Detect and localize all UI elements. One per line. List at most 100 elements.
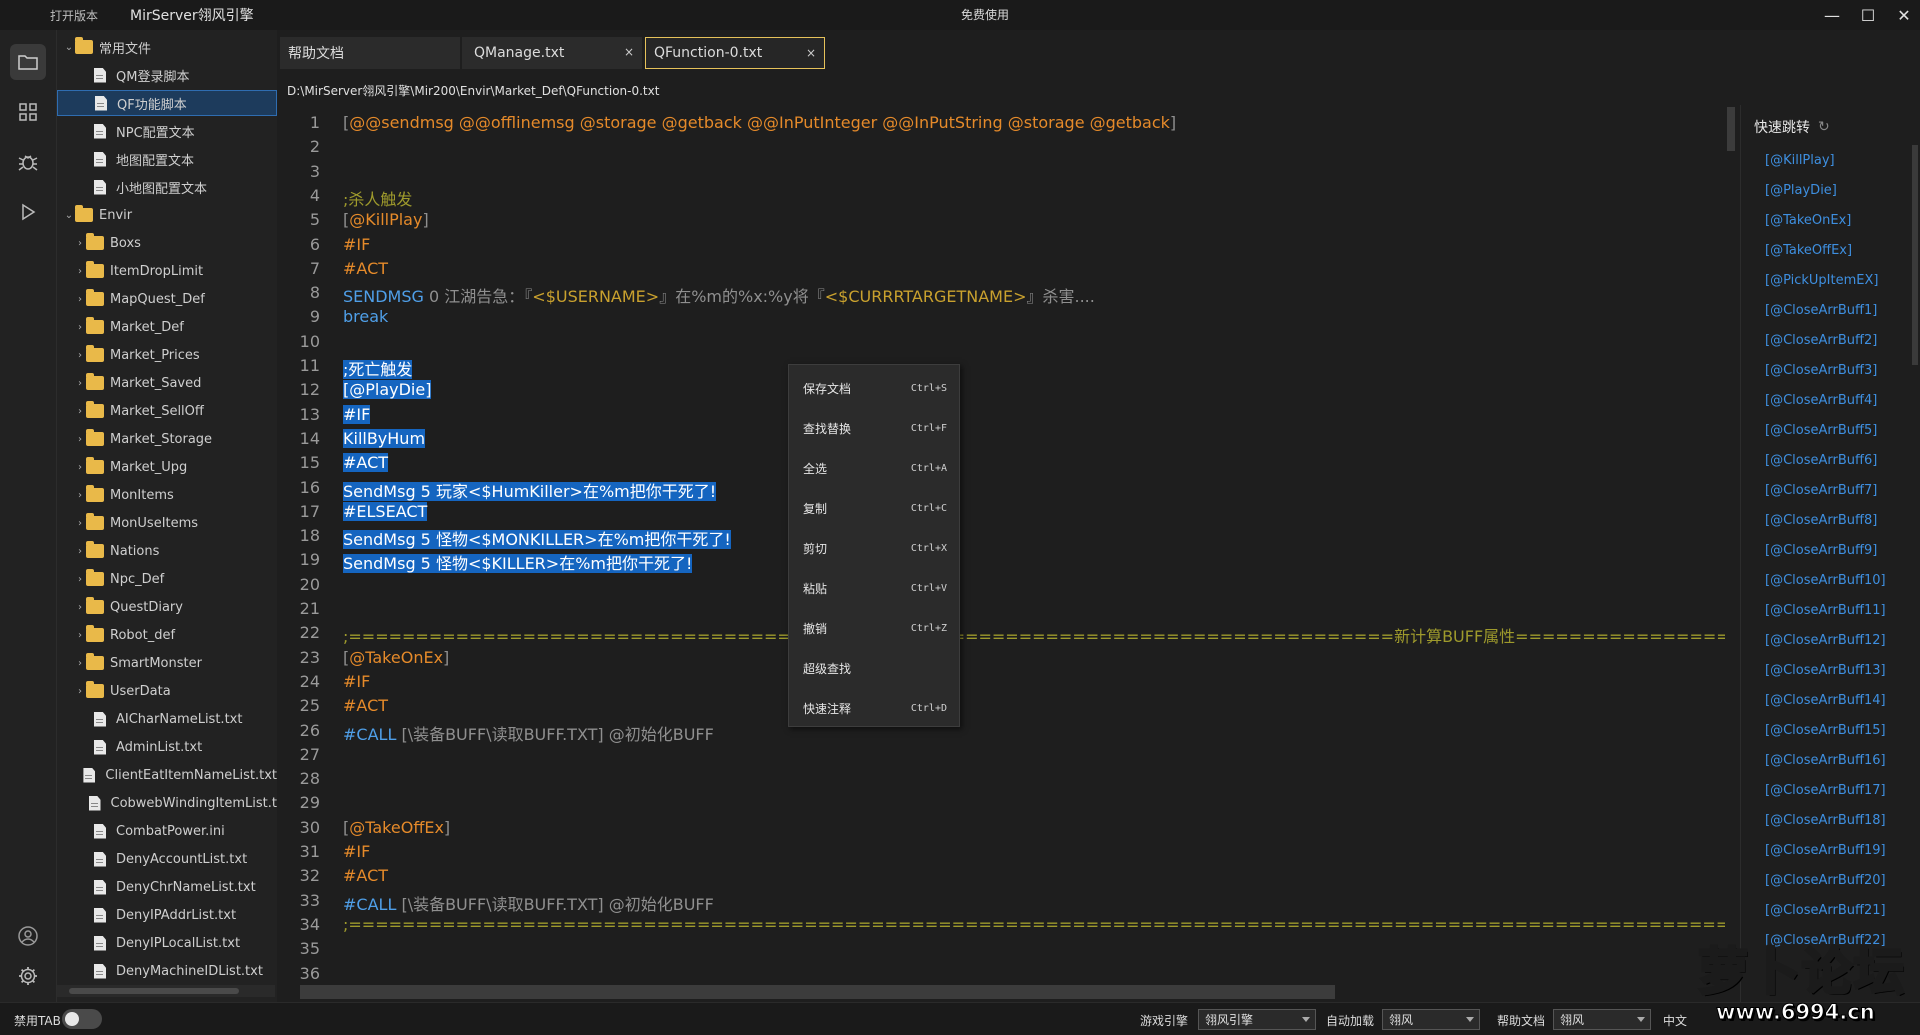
close-tab-icon[interactable]: × xyxy=(624,45,634,59)
tree-folder[interactable]: › Market_Storage xyxy=(57,426,277,452)
quick-jump-link[interactable]: [@CloseArrBuff2] xyxy=(1765,333,1877,348)
context-menu-item[interactable]: 撤销 Ctrl+Z xyxy=(789,608,961,648)
code-line[interactable]: SendMsg 5 怪物<$MONKILLER>在%m把你干死了! xyxy=(343,526,731,550)
tree-folder[interactable]: › Npc_Def xyxy=(57,566,277,592)
code-line[interactable]: SENDMSG 0 江湖告急：『<$USERNAME>』在%m的%x:%y将『<… xyxy=(343,283,1095,307)
code-line[interactable]: #IF xyxy=(343,235,370,254)
chevron-right-icon[interactable]: › xyxy=(74,350,86,361)
context-menu-item[interactable]: 查找替换 Ctrl+F xyxy=(789,408,961,448)
game-engine-select[interactable]: 翎风引擎 xyxy=(1198,1009,1316,1030)
quick-jump-link[interactable]: [@CloseArrBuff15] xyxy=(1765,723,1886,738)
quick-jump-link[interactable]: [@PickUpItemEX] xyxy=(1765,273,1878,288)
quick-jump-link[interactable]: [@CloseArrBuff8] xyxy=(1765,513,1877,528)
chevron-down-icon[interactable]: ⌄ xyxy=(63,210,75,221)
maximize-button[interactable]: ☐ xyxy=(1848,0,1888,30)
code-line[interactable]: #ACT xyxy=(343,696,388,715)
tree-file[interactable]: DenyChrNameList.txt xyxy=(57,874,277,900)
chevron-right-icon[interactable]: › xyxy=(74,434,86,445)
context-menu-item[interactable]: 快速注释 Ctrl+D xyxy=(789,688,961,728)
run-button[interactable] xyxy=(10,194,46,230)
tree-file[interactable]: QM登录脚本 xyxy=(57,62,277,88)
quick-jump-link[interactable]: [@CloseArrBuff21] xyxy=(1765,903,1886,918)
auto-load-select[interactable]: 翎风 xyxy=(1382,1009,1480,1030)
tree-file[interactable]: NPC配置文本 xyxy=(57,118,277,144)
quick-jump-link[interactable]: [@CloseArrBuff1] xyxy=(1765,303,1877,318)
chevron-right-icon[interactable]: › xyxy=(74,490,86,501)
chevron-right-icon[interactable]: › xyxy=(74,658,86,669)
sidebar-horizontal-scrollbar[interactable] xyxy=(57,985,275,997)
tree-folder[interactable]: › Robot_def xyxy=(57,622,277,648)
chevron-right-icon[interactable]: › xyxy=(74,378,86,389)
quick-jump-link[interactable]: [@CloseArrBuff19] xyxy=(1765,843,1886,858)
open-version-button[interactable]: 打开版本 xyxy=(50,7,98,24)
code-editor[interactable]: 1 [@@sendmsg @@offlinemsg @storage @getba… xyxy=(280,105,1725,983)
quick-jump-link[interactable]: [@CloseArrBuff7] xyxy=(1765,483,1877,498)
code-line[interactable]: #IF xyxy=(343,672,370,691)
tree-folder[interactable]: › MonUseItems xyxy=(57,510,277,536)
code-line[interactable]: SendMsg 5 怪物<$KILLER>在%m把你干死了! xyxy=(343,550,693,574)
quick-jump-link[interactable]: [@CloseArrBuff3] xyxy=(1765,363,1877,378)
quick-jump-link[interactable]: [@CloseArrBuff4] xyxy=(1765,393,1877,408)
code-line[interactable]: #IF xyxy=(343,404,371,424)
quick-jump-link[interactable]: [@CloseArrBuff12] xyxy=(1765,633,1886,648)
tree-folder[interactable]: › Market_SellOff xyxy=(57,398,277,424)
context-menu-item[interactable]: 复制 Ctrl+C xyxy=(789,488,961,528)
chevron-right-icon[interactable]: › xyxy=(74,630,86,641)
chevron-down-icon[interactable]: ⌄ xyxy=(63,42,75,53)
tree-folder[interactable]: › Nations xyxy=(57,538,277,564)
disable-tab-toggle[interactable] xyxy=(62,1009,102,1029)
code-line[interactable]: [@TakeOnEx] xyxy=(343,648,449,667)
code-line[interactable]: ;=======================================… xyxy=(343,915,1725,934)
tree-folder[interactable]: ⌄ Envir xyxy=(57,202,277,228)
editor-horizontal-scrollbar[interactable] xyxy=(300,983,1725,1001)
quick-jump-link[interactable]: [@CloseArrBuff14] xyxy=(1765,693,1886,708)
quick-jump-link[interactable]: [@CloseArrBuff5] xyxy=(1765,423,1877,438)
tree-folder[interactable]: › Boxs xyxy=(57,230,277,256)
context-menu-item[interactable]: 超级查找 xyxy=(789,648,961,688)
tree-file[interactable]: QF功能脚本 xyxy=(57,90,277,116)
code-line[interactable]: [@PlayDie] xyxy=(343,380,432,400)
close-window-button[interactable]: ✕ xyxy=(1884,0,1920,30)
chevron-right-icon[interactable]: › xyxy=(74,294,86,305)
tree-folder[interactable]: › UserData xyxy=(57,678,277,704)
context-menu-item[interactable]: 全选 Ctrl+A xyxy=(789,448,961,488)
quick-jump-link[interactable]: [@TakeOnEx] xyxy=(1765,213,1851,228)
code-line[interactable]: #CALL [\装备BUFF\读取BUFF.TXT] @初始化BUFF xyxy=(343,721,714,745)
code-line[interactable]: #ACT xyxy=(343,259,388,278)
chevron-right-icon[interactable]: › xyxy=(74,546,86,557)
tree-folder[interactable]: › Market_Upg xyxy=(57,454,277,480)
tree-folder[interactable]: › SmartMonster xyxy=(57,650,277,676)
quick-jump-link[interactable]: [@PlayDie] xyxy=(1765,183,1837,198)
extensions-button[interactable] xyxy=(10,94,46,130)
quick-jump-link[interactable]: [@CloseArrBuff9] xyxy=(1765,543,1877,558)
context-menu-item[interactable]: 粘贴 Ctrl+V xyxy=(789,568,961,608)
chevron-right-icon[interactable]: › xyxy=(74,406,86,417)
chevron-right-icon[interactable]: › xyxy=(74,238,86,249)
tree-file[interactable]: DenyMachineIDList.txt xyxy=(57,958,277,984)
tree-file[interactable]: CobwebWindingItemList.t xyxy=(57,790,277,816)
code-line[interactable]: #CALL [\装备BUFF\读取BUFF.TXT] @初始化BUFF xyxy=(343,891,714,915)
tree-folder[interactable]: › QuestDiary xyxy=(57,594,277,620)
help-doc-select[interactable]: 翎风 xyxy=(1553,1009,1651,1030)
explorer-button[interactable] xyxy=(10,44,46,80)
tab-help-doc[interactable]: 帮助文档 xyxy=(280,37,460,69)
code-line[interactable]: #ELSEACT xyxy=(343,501,428,521)
code-line[interactable]: #IF xyxy=(343,842,370,861)
code-line[interactable]: break xyxy=(343,307,388,326)
close-tab-icon[interactable]: × xyxy=(806,46,816,60)
context-menu-item[interactable]: 剪切 Ctrl+X xyxy=(789,528,961,568)
tree-file[interactable]: DenyAccountList.txt xyxy=(57,846,277,872)
refresh-icon[interactable]: ↻ xyxy=(1818,119,1830,135)
tree-folder[interactable]: › MapQuest_Def xyxy=(57,286,277,312)
tree-folder[interactable]: › MonItems xyxy=(57,482,277,508)
quick-jump-link[interactable]: [@CloseArrBuff11] xyxy=(1765,603,1886,618)
quick-jump-link[interactable]: [@CloseArrBuff6] xyxy=(1765,453,1877,468)
code-line[interactable]: [@KillPlay] xyxy=(343,210,429,229)
tree-file[interactable]: DenyIPLocalList.txt xyxy=(57,930,277,956)
chevron-right-icon[interactable]: › xyxy=(74,462,86,473)
tree-file[interactable]: 小地图配置文本 xyxy=(57,174,277,200)
tree-file[interactable]: 地图配置文本 xyxy=(57,146,277,172)
code-line[interactable]: KillByHum xyxy=(343,428,426,448)
quick-jump-link[interactable]: [@CloseArrBuff18] xyxy=(1765,813,1886,828)
chevron-right-icon[interactable]: › xyxy=(74,602,86,613)
